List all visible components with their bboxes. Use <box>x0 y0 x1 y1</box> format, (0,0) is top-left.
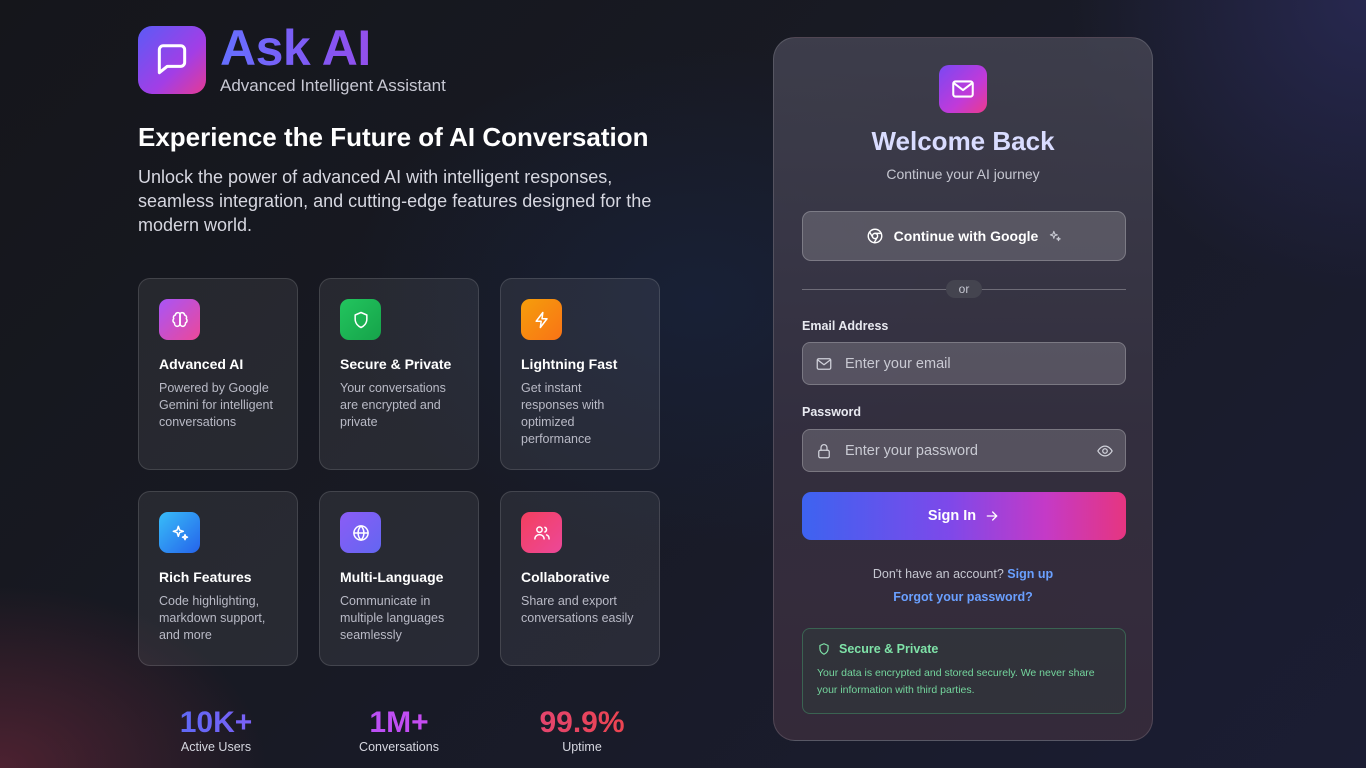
stat-label: Uptime <box>562 740 602 754</box>
google-signin-button[interactable]: Continue with Google <box>802 211 1126 261</box>
lock-icon <box>803 442 845 460</box>
brand-header: Ask AI Advanced Intelligent Assistant <box>138 23 446 96</box>
feature-description: Share and export conversations easily <box>521 594 634 625</box>
feature-description: Powered by Google Gemini for intelligent… <box>159 381 273 429</box>
stat-label: Active Users <box>180 740 252 754</box>
stat-uptime: 99.9% Uptime <box>504 706 660 754</box>
sparkles-icon <box>159 512 200 553</box>
mail-icon <box>939 65 987 113</box>
divider-or: or <box>946 280 982 298</box>
password-field[interactable] <box>802 429 1126 472</box>
security-notice: Secure & Private Your data is encrypted … <box>802 628 1126 714</box>
feature-title: Lightning Fast <box>521 356 618 372</box>
shield-icon <box>340 299 381 340</box>
feature-title: Collaborative <box>521 569 610 585</box>
stat-value: 1M+ <box>294 706 504 740</box>
security-notice-text: Your data is encrypted and stored secure… <box>817 667 1095 696</box>
feature-description: Your conversations are encrypted and pri… <box>340 381 446 429</box>
users-icon <box>521 512 562 553</box>
google-button-label: Continue with Google <box>893 228 1039 244</box>
email-field[interactable] <box>802 342 1126 385</box>
feature-title: Rich Features <box>159 569 252 585</box>
sign-in-button[interactable]: Sign In <box>802 492 1126 540</box>
stat-label: Conversations <box>359 740 439 754</box>
stats-row: 10K+ Active Users 1M+ Conversations 99.9… <box>138 706 660 754</box>
chrome-icon <box>867 228 883 244</box>
feature-description: Communicate in multiple languages seamle… <box>340 594 445 642</box>
forgot-password-link[interactable]: Forgot your password? <box>774 590 1152 604</box>
brain-icon <box>159 299 200 340</box>
brand-name: Ask AI <box>220 23 446 73</box>
feature-title: Advanced AI <box>159 356 244 372</box>
chat-bubble-icon <box>138 26 206 94</box>
feature-card-lightning: Lightning Fast Get instant responses wit… <box>500 278 660 470</box>
login-panel: Welcome Back Continue your AI journey Co… <box>773 37 1153 741</box>
feature-card-secure: Secure & Private Your conversations are … <box>319 278 479 470</box>
sign-in-label: Sign In <box>927 508 977 524</box>
shield-icon <box>819 643 829 655</box>
hero-description: Unlock the power of advanced AI with int… <box>138 167 652 235</box>
hero-headline: Experience the Future of AI Conversation <box>138 122 649 152</box>
feature-card-advanced-ai: Advanced AI Powered by Google Gemini for… <box>138 278 298 470</box>
email-label: Email Address <box>802 319 889 333</box>
feature-description: Get instant responses with optimized per… <box>521 381 605 446</box>
eye-icon[interactable] <box>1085 442 1125 460</box>
feature-title: Secure & Private <box>340 356 452 372</box>
mail-icon <box>803 355 845 373</box>
feature-grid: Advanced AI Powered by Google Gemini for… <box>138 278 660 666</box>
signup-prompt: Don't have an account? Sign up <box>774 567 1152 581</box>
password-label: Password <box>802 405 862 419</box>
feature-description: Code highlighting, markdown support, and… <box>159 594 266 642</box>
sparkles-icon <box>1050 230 1062 242</box>
stat-conversations: 1M+ Conversations <box>294 706 504 754</box>
security-notice-title: Secure & Private <box>839 642 939 656</box>
email-input[interactable] <box>845 355 1125 372</box>
stat-value: 10K+ <box>138 706 294 740</box>
globe-icon <box>340 512 381 553</box>
login-title: Welcome Back <box>871 126 1055 156</box>
login-subtitle: Continue your AI journey <box>886 166 1040 182</box>
sign-up-link[interactable]: Sign up <box>1007 567 1053 581</box>
stat-active-users: 10K+ Active Users <box>138 706 294 754</box>
feature-card-multi-language: Multi-Language Communicate in multiple l… <box>319 491 479 666</box>
password-input[interactable] <box>845 442 1085 459</box>
feature-card-rich: Rich Features Code highlighting, markdow… <box>138 491 298 666</box>
lightning-icon <box>521 299 562 340</box>
feature-card-collaborative: Collaborative Share and export conversat… <box>500 491 660 666</box>
feature-title: Multi-Language <box>340 569 444 585</box>
security-notice-header: Secure & Private <box>817 642 1111 656</box>
stat-value: 99.9% <box>504 706 660 740</box>
arrow-right-icon <box>986 511 998 521</box>
no-account-text: Don't have an account? <box>872 567 1004 581</box>
brand-tagline: Advanced Intelligent Assistant <box>220 76 446 95</box>
